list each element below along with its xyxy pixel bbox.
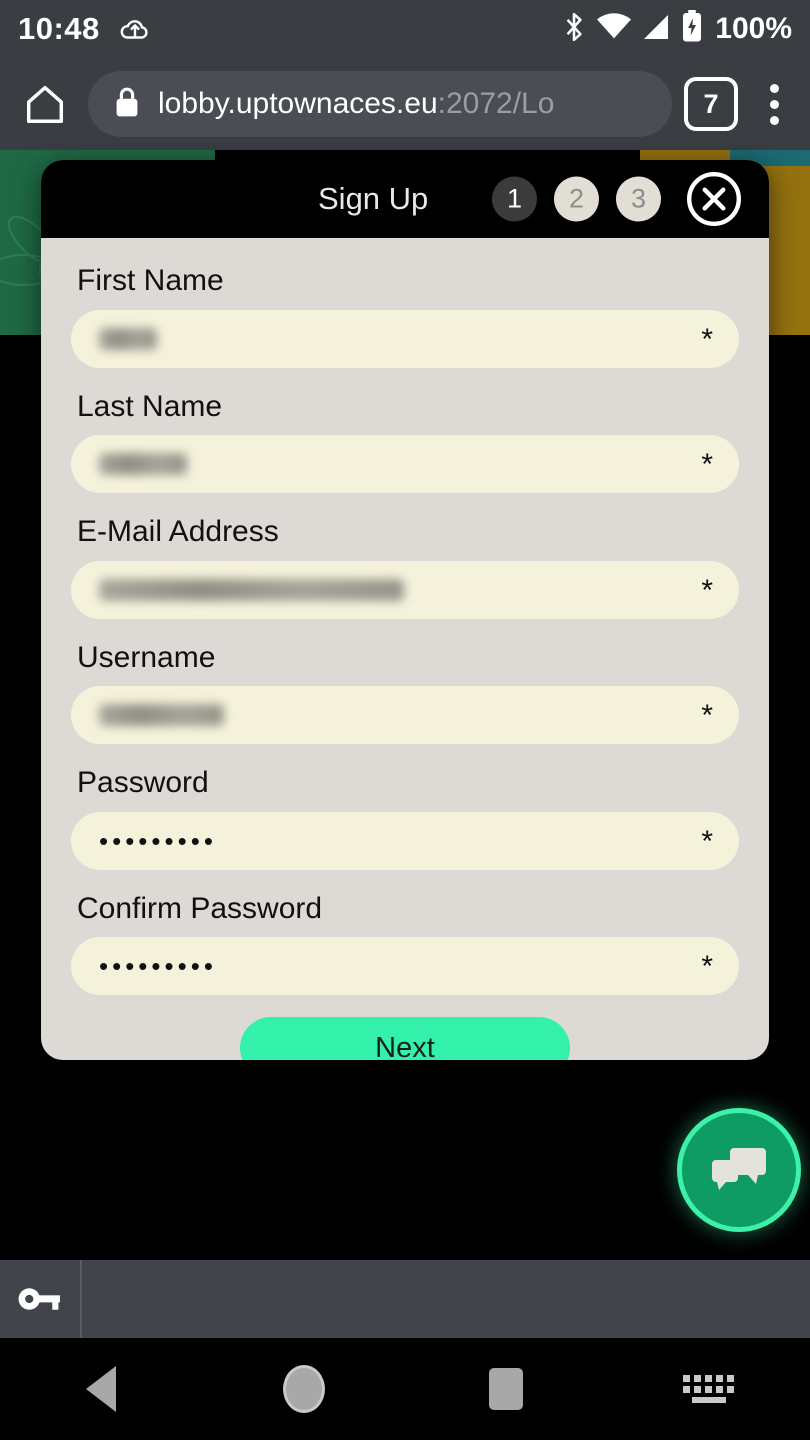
status-right-icons: 100% [561, 10, 792, 48]
android-nav-bar [0, 1338, 810, 1440]
field-first-name: First Name * [71, 264, 739, 368]
field-username: Username * [71, 640, 739, 744]
chat-bubbles-icon [712, 1148, 766, 1190]
field-confirm-password: Confirm Password ••••••••• * [71, 891, 739, 995]
keyboard-icon[interactable] [608, 1338, 810, 1440]
input-last-name[interactable]: * [71, 435, 739, 493]
chat-widget-button[interactable] [677, 1108, 801, 1232]
tab-switcher-button[interactable]: 7 [684, 77, 738, 131]
required-asterisk: * [701, 950, 713, 984]
first-name-value [99, 327, 157, 350]
status-time: 10:48 [18, 11, 100, 46]
url-domain: lobby.uptownaces.eu [158, 87, 438, 120]
home-icon[interactable] [14, 73, 76, 135]
required-asterisk: * [701, 824, 713, 858]
required-asterisk: * [701, 322, 713, 356]
signup-form: First Name * Last Name * E-Mail Address … [41, 238, 769, 1060]
form-actions: Next [71, 1017, 739, 1060]
step-2[interactable]: 2 [554, 176, 599, 222]
phone-screen: 10:48 100% lobby.uptownaces.eu:2072/Lo 7… [0, 0, 810, 1440]
back-icon[interactable] [0, 1338, 203, 1440]
overflow-menu-icon[interactable] [752, 73, 796, 135]
step-indicator: 1 2 3 [492, 176, 661, 222]
tab-count: 7 [703, 88, 719, 119]
url-text: lobby.uptownaces.eu:2072/Lo [158, 87, 554, 121]
lock-icon [114, 86, 140, 123]
field-email: E-Mail Address * [71, 515, 739, 619]
input-confirm-password[interactable]: ••••••••• * [71, 937, 739, 995]
wifi-icon [597, 12, 632, 46]
recents-icon[interactable] [405, 1338, 608, 1440]
label-last-name: Last Name [77, 389, 223, 423]
battery-percent: 100% [715, 12, 792, 45]
input-password[interactable]: ••••••••• * [71, 811, 739, 870]
password-value: ••••••••• [99, 825, 217, 856]
username-value [99, 704, 224, 726]
label-first-name: First Name [77, 264, 224, 297]
bluetooth-icon [561, 11, 587, 48]
input-first-name[interactable]: * [71, 309, 739, 368]
input-username[interactable]: * [71, 686, 739, 744]
next-button[interactable]: Next [240, 1017, 570, 1060]
label-username: Username [77, 640, 216, 674]
input-email[interactable]: * [71, 560, 739, 619]
key-icon[interactable] [0, 1260, 80, 1338]
modal-title: Sign Up [318, 181, 429, 216]
label-confirm-password: Confirm Password [77, 891, 323, 925]
close-button[interactable] [683, 168, 745, 230]
signup-modal: Sign Up 1 2 3 First Name * Last Name * E… [41, 160, 769, 1060]
modal-header: Sign Up 1 2 3 [41, 160, 769, 238]
field-password: Password ••••••••• * [71, 766, 739, 870]
status-bar: 10:48 100% [0, 0, 810, 58]
confirm-password-value: ••••••••• [99, 951, 217, 981]
signal-icon [641, 13, 671, 46]
field-last-name: Last Name * [71, 389, 739, 493]
step-1[interactable]: 1 [492, 176, 537, 222]
required-asterisk: * [701, 699, 713, 733]
email-value [99, 578, 404, 601]
url-path: :2072/Lo [437, 87, 555, 120]
required-asterisk: * [701, 448, 713, 482]
required-asterisk: * [701, 573, 713, 607]
browser-toolbar: lobby.uptownaces.eu:2072/Lo 7 [0, 58, 810, 150]
home-circle-icon[interactable] [203, 1338, 406, 1440]
label-email: E-Mail Address [77, 515, 279, 548]
cloud-upload-icon [118, 12, 152, 46]
label-password: Password [77, 766, 209, 799]
url-bar[interactable]: lobby.uptownaces.eu:2072/Lo [88, 71, 672, 137]
step-3[interactable]: 3 [616, 176, 661, 222]
battery-icon [681, 10, 703, 48]
password-manager-bar [0, 1260, 810, 1338]
last-name-value [99, 453, 187, 475]
divider [80, 1260, 82, 1338]
